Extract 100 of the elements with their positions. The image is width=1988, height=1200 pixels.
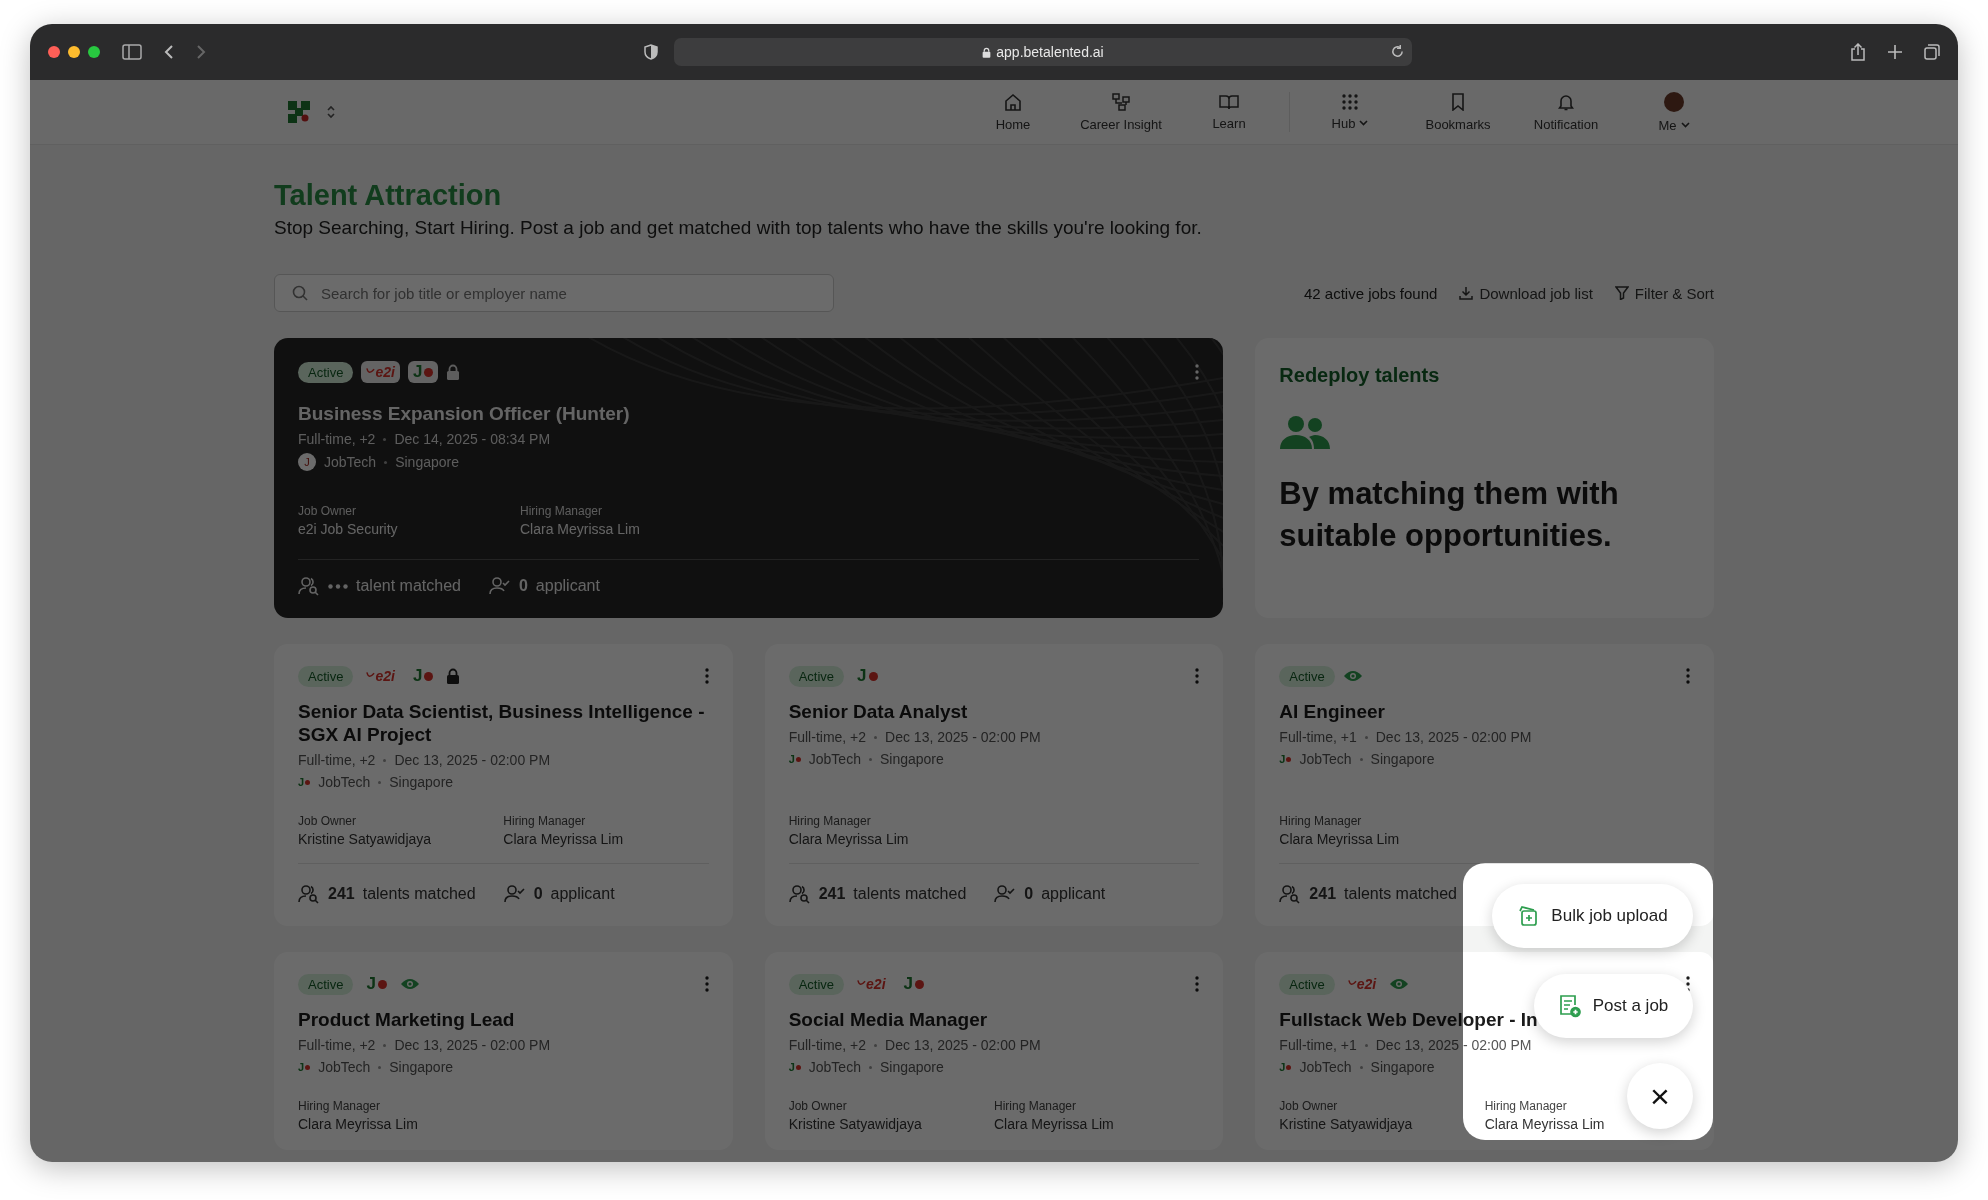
job-location: Singapore	[879, 751, 944, 767]
grid-icon	[1342, 93, 1358, 110]
field-label: Job Owner	[298, 814, 358, 828]
company-avatar: J	[298, 453, 316, 471]
talents-label: talent matched	[356, 577, 461, 595]
talent-count: 241	[328, 885, 355, 903]
nav-item[interactable]: Notification	[1512, 92, 1620, 132]
people-search-icon	[298, 576, 320, 596]
talents-label: talents matched	[853, 885, 967, 903]
lock-icon	[982, 46, 992, 58]
job-location: Singapore	[389, 774, 454, 790]
applicants-label: applicant	[550, 885, 615, 903]
job-type: Full-time, +2	[298, 431, 376, 447]
nav-item[interactable]: Home	[959, 92, 1067, 132]
bookmark-icon	[1451, 92, 1465, 111]
job-title[interactable]: Senior Data Scientist, Business Intelligence - SGX AI Project	[298, 700, 709, 746]
field-label: Job Owner	[298, 504, 358, 518]
job-location: Singapore	[1370, 751, 1435, 767]
nav-item[interactable]: Me	[1620, 91, 1728, 133]
hiring-manager-name: Clara Meyrissa Lim	[520, 521, 641, 537]
job-type: Full-time, +2	[298, 1037, 376, 1053]
applicant-count: 0	[518, 577, 528, 595]
posted-date: Dec 13, 2025 - 02:00 PM	[394, 752, 551, 768]
bulk-upload-button[interactable]: Bulk job upload	[1492, 884, 1693, 948]
job-card[interactable]	[274, 644, 733, 926]
people-search-icon	[788, 884, 811, 904]
reload-icon[interactable]	[1391, 45, 1404, 58]
new-tab-icon[interactable]	[1888, 45, 1902, 59]
field-label: Hiring Manager	[994, 1099, 1078, 1113]
featured-job-card[interactable]: Active e2i J Business Expansion Officer (Hunter) Full-time, +2 Dec 14, 2025 - 08:34 PM J JobTech Singapore Job Owner e2i Job Security Hiring Manager Clara Meyrissa Lim talent matched 0 applicant	[274, 338, 1224, 618]
posted-date: Dec 13, 2025 - 02:00 PM	[394, 1037, 551, 1053]
jobtech-logo: J	[407, 665, 439, 687]
hiring-manager-name: Clara Meyrissa Lim	[994, 1116, 1115, 1132]
job-title[interactable]: Senior Data Analyst	[788, 700, 1200, 723]
hiring-manager-name: Clara Meyrissa Lim	[503, 831, 625, 847]
hiring-manager-name: Clara Meyrissa Lim	[1279, 831, 1401, 847]
job-location: Singapore	[395, 454, 459, 470]
job-type: Full-time, +2	[298, 752, 376, 768]
applicant-count: 0	[1024, 885, 1034, 903]
company-logo: J	[1279, 1061, 1292, 1073]
filter-icon	[1614, 286, 1629, 300]
talents-label: talents matched	[1344, 885, 1457, 903]
field-label: Hiring Manager	[1279, 814, 1363, 828]
download-icon	[1459, 286, 1474, 300]
switcher-chevron-icon[interactable]	[326, 104, 336, 120]
status-badge: Active	[298, 973, 354, 995]
job-card[interactable]: Active J Senior Data Analyst Full-time, +2 Dec 13, 2025 - 02:00 PM J JobTech Singapore Hiring Manager Clara Meyrissa Lim 241 talents matched 0 applicant	[764, 644, 1224, 926]
search-icon	[292, 285, 308, 301]
field-label: Hiring Manager	[298, 1099, 382, 1113]
applicant-count: 0	[533, 885, 543, 903]
address-bar[interactable]: app.betalented.ai	[674, 38, 1412, 66]
back-icon[interactable]	[164, 44, 174, 60]
filter-button[interactable]: Filter & Sort	[1614, 284, 1714, 302]
posted-date: Dec 13, 2025 - 02:00 PM	[885, 729, 1041, 745]
job-type: Full-time, +2	[788, 1037, 867, 1053]
diagram-icon	[1112, 92, 1130, 111]
e2i-logo: e2i	[852, 973, 891, 995]
nav-item[interactable]: Learn	[1175, 93, 1283, 131]
job-title[interactable]: AI Engineer	[1279, 700, 1690, 723]
user-check-icon	[994, 885, 1017, 903]
share-icon[interactable]	[1850, 43, 1866, 61]
panel-title: Redeploy talents	[1279, 364, 1441, 387]
avatar	[1664, 91, 1684, 112]
more-options-icon[interactable]	[1686, 976, 1690, 992]
applicants-label: applicant	[1041, 885, 1106, 903]
search-field[interactable]: Search for job title or employer name	[274, 274, 834, 312]
jobtech-logo: J	[407, 361, 439, 383]
hiring-manager-name: Clara Meyrissa Lim	[1484, 1116, 1606, 1132]
maximize-window-icon[interactable]	[88, 46, 100, 58]
job-title[interactable]: Product Marketing Lead	[298, 1008, 709, 1031]
open-book-icon	[1219, 93, 1239, 110]
field-label: Job Owner	[788, 1099, 848, 1113]
job-title[interactable]: Business Expansion Officer (Hunter)	[298, 402, 1200, 425]
job-card[interactable]: Active e2i J Social Media Manager Full-time, +2 Dec 13, 2025 - 02:00 PM J JobTech Singapore Job Owner Kristine Satyawidjaya Hiring Manager Clara Meyrissa Lim	[764, 952, 1224, 1150]
e2i-logo: e2i	[361, 665, 400, 687]
forward-icon[interactable]	[196, 44, 206, 60]
nav-item[interactable]: Bookmarks	[1404, 92, 1512, 132]
jobtech-logo: J	[898, 973, 929, 995]
nav-item[interactable]: Career Insight	[1067, 92, 1175, 132]
job-title[interactable]: Social Media Manager	[788, 1008, 1200, 1031]
people-search-icon	[298, 884, 320, 904]
download-button[interactable]: Download job list	[1459, 284, 1593, 302]
page-subtitle: Stop Searching, Start Hiring. Post a job and get matched with top talents who have the skills you're looking for.	[274, 216, 1203, 240]
hiring-manager-name: Clara Meyrissa Lim	[298, 1116, 419, 1132]
bell-icon	[1558, 92, 1574, 111]
status-badge: Active	[788, 665, 845, 687]
jobtech-logo: J	[852, 665, 883, 687]
e2i-logo: e2i	[361, 361, 400, 383]
tab-overview-icon[interactable]	[1924, 44, 1940, 60]
nav-item[interactable]: Hub	[1296, 93, 1404, 131]
company-name: JobTech	[1299, 751, 1352, 767]
people-icon	[1279, 415, 1332, 451]
minimize-window-icon[interactable]	[68, 46, 80, 58]
close-window-icon[interactable]	[48, 46, 60, 58]
jobtech-logo: J	[361, 973, 392, 995]
company-logo: J	[298, 1061, 311, 1073]
shield-icon[interactable]	[644, 44, 658, 60]
app-logo-icon[interactable]	[288, 101, 310, 123]
sidebar-icon[interactable]	[122, 44, 142, 60]
job-card[interactable]: Active J Product Marketing Lead Full-time, +2 Dec 13, 2025 - 02:00 PM J JobTech Singapore Hiring Manager Clara Meyrissa Lim	[274, 952, 733, 1150]
